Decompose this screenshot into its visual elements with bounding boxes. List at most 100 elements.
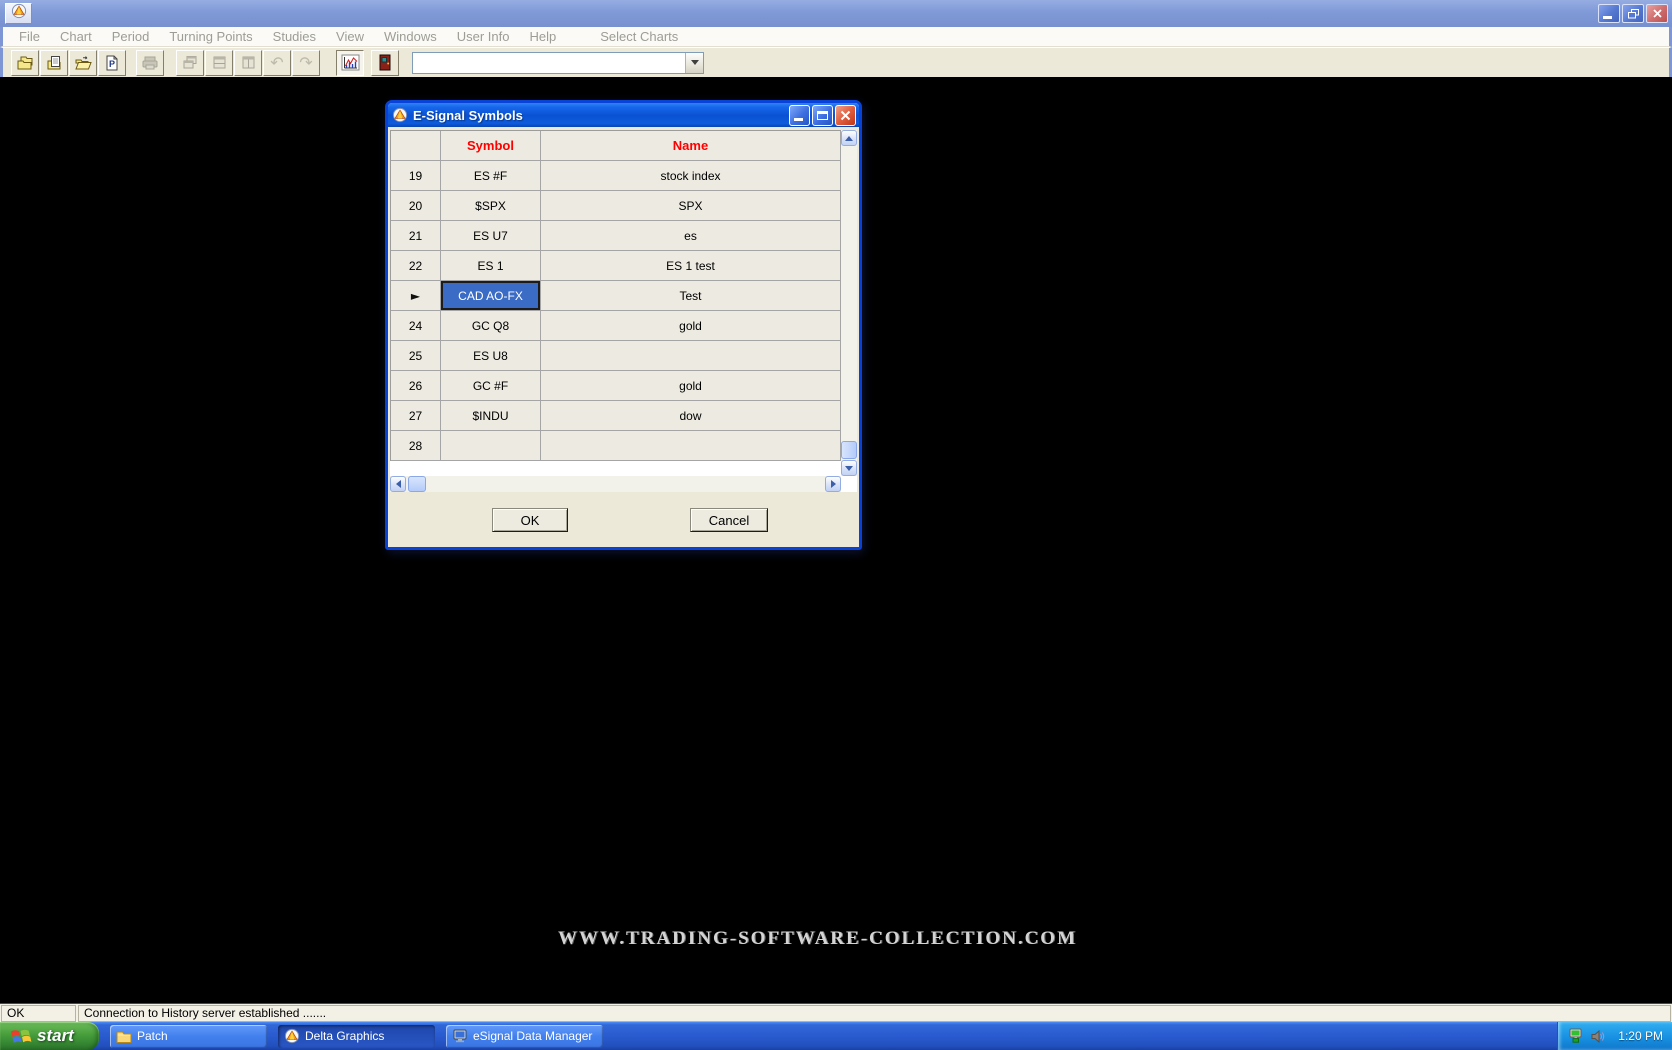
table-row: 25ES U8 [391,341,841,371]
menu-item-turning-points[interactable]: Turning Points [159,29,262,44]
symbol-cell[interactable] [441,431,541,461]
row-number-cell[interactable]: 28 [391,431,441,461]
app-menu-button[interactable] [5,3,32,24]
dialog-minimize-button[interactable] [789,105,810,126]
dialog-logo-icon [392,107,408,123]
menu-item-view[interactable]: View [326,29,374,44]
open-folder-button[interactable] [69,50,97,76]
scroll-left-button[interactable] [390,476,406,492]
taskbar-button-patch[interactable]: Patch [110,1025,267,1048]
tile-vertical-button [234,50,262,76]
row-number-cell[interactable]: 25 [391,341,441,371]
column-header-symbol[interactable]: Symbol [441,131,541,161]
status-panel-left: OK [1,1005,76,1022]
name-cell[interactable]: gold [541,371,841,401]
chart-button[interactable] [336,50,364,76]
network-icon[interactable] [1567,1028,1585,1044]
name-cell[interactable]: Test [541,281,841,311]
row-indicator-header[interactable] [391,131,441,161]
menu-item-windows[interactable]: Windows [374,29,447,44]
symbol-cell[interactable]: $INDU [441,401,541,431]
app-logo-icon [11,3,27,24]
tile-horizontal-icon [212,55,227,70]
scroll-right-button[interactable] [825,476,841,492]
dialog-close-button[interactable] [835,105,856,126]
table-row: 21ES U7es [391,221,841,251]
name-cell[interactable]: gold [541,311,841,341]
menu-bar: FileChartPeriodTurning PointsStudiesView… [0,27,1672,47]
row-number-cell[interactable]: 26 [391,371,441,401]
restore-icon [1628,9,1639,19]
menu-item-user-info[interactable]: User Info [447,29,520,44]
column-header-name[interactable]: Name [541,131,841,161]
horizontal-scroll-thumb[interactable] [408,476,426,492]
clock: 1:20 PM [1618,1029,1663,1043]
dialog-title: E-Signal Symbols [413,108,523,123]
row-number-cell[interactable]: 19 [391,161,441,191]
minimize-button[interactable] [1598,4,1620,23]
row-number-cell[interactable]: 22 [391,251,441,281]
esignal-symbols-dialog: E-Signal Symbols SymbolName 19ES #Fstock … [385,100,862,550]
chart-workspace: E-Signal Symbols SymbolName 19ES #Fstock … [0,77,1672,1003]
name-cell[interactable]: ES 1 test [541,251,841,281]
menu-item-file[interactable]: File [9,29,50,44]
row-number-cell[interactable]: 21 [391,221,441,251]
copy-pages-button[interactable] [11,50,39,76]
print-icon [141,55,159,71]
start-button[interactable]: start [0,1022,99,1050]
symbol-cell[interactable]: ES U7 [441,221,541,251]
vertical-scroll-thumb[interactable] [841,441,857,459]
menu-item-select-charts[interactable]: Select Charts [590,29,688,44]
volume-icon[interactable] [1590,1029,1605,1044]
symbols-grid: SymbolName19ES #Fstock index20$SPXSPX21E… [390,130,841,461]
table-row: ►CAD AO-FXTest [391,281,841,311]
cancel-button[interactable]: Cancel [690,508,768,532]
symbol-cell[interactable]: GC Q8 [441,311,541,341]
ok-button[interactable]: OK [492,508,568,532]
symbol-cell[interactable]: $SPX [441,191,541,221]
exit-door-button[interactable] [371,50,399,76]
dialog-maximize-button[interactable] [812,105,833,126]
symbol-combobox-input[interactable] [413,53,685,73]
symbol-cell[interactable]: GC #F [441,371,541,401]
print-preview-button[interactable] [40,50,68,76]
taskbar: start Patch Delta Graphics eSignal Data Ma… [0,1022,1672,1050]
menu-item-chart[interactable]: Chart [50,29,102,44]
name-cell[interactable]: SPX [541,191,841,221]
name-cell[interactable] [541,431,841,461]
row-number-cell[interactable]: 20 [391,191,441,221]
menu-item-studies[interactable]: Studies [263,29,326,44]
scroll-up-button[interactable] [841,130,857,146]
toolbar: P↶↷ [0,47,1672,77]
symbol-cell-selected[interactable]: CAD AO-FX [441,281,541,311]
name-cell[interactable] [541,341,841,371]
close-icon [840,110,851,121]
start-label: start [37,1026,74,1046]
close-button[interactable] [1646,4,1668,23]
dialog-window-controls [789,105,856,126]
row-number-cell[interactable]: 27 [391,401,441,431]
document-p-button[interactable]: P [98,50,126,76]
taskbar-button-delta-graphics[interactable]: Delta Graphics [278,1025,435,1048]
name-cell[interactable]: es [541,221,841,251]
system-tray: 1:20 PM [1557,1022,1672,1050]
symbol-combobox[interactable] [412,52,704,74]
menu-item-help[interactable]: Help [520,29,567,44]
print-preview-icon [45,55,63,71]
row-number-cell[interactable]: 24 [391,311,441,341]
task-label: Patch [137,1029,168,1043]
scroll-down-button[interactable] [841,460,857,476]
symbol-cell[interactable]: ES #F [441,161,541,191]
restore-button[interactable] [1622,4,1644,23]
row-number-cell[interactable]: ► [391,281,441,311]
horizontal-scrollbar[interactable] [390,476,841,492]
name-cell[interactable]: dow [541,401,841,431]
symbol-cell[interactable]: ES U8 [441,341,541,371]
combobox-dropdown-button[interactable] [685,53,703,73]
menu-item-period[interactable]: Period [102,29,160,44]
table-row: 28 [391,431,841,461]
name-cell[interactable]: stock index [541,161,841,191]
symbol-cell[interactable]: ES 1 [441,251,541,281]
vertical-scrollbar[interactable] [841,130,857,476]
taskbar-button-esignal-data-manager[interactable]: eSignal Data Manager [446,1025,603,1048]
